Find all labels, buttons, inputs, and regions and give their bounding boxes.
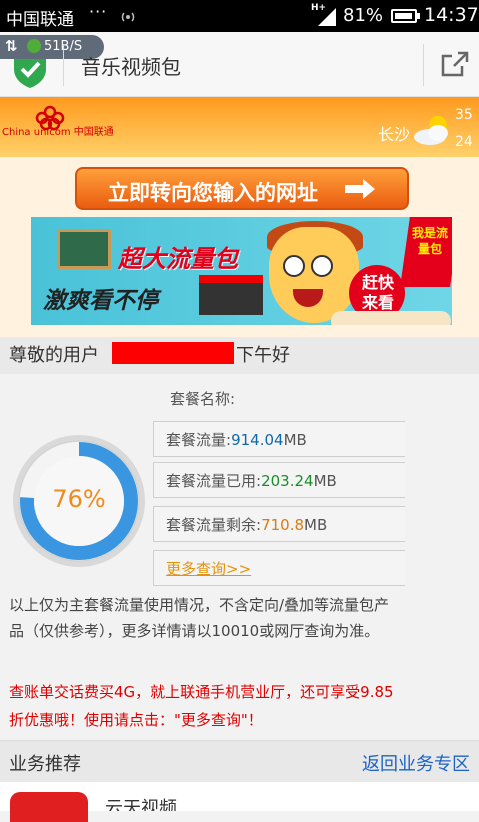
package-name-label: 套餐名称: <box>170 390 236 408</box>
cartoon-eye <box>311 255 333 277</box>
ad-subline: 激爽看不停 <box>43 288 158 314</box>
used-traffic-row: 套餐流量已用:203.24MB <box>153 462 405 498</box>
more-query-link[interactable]: 更多查询>> <box>166 558 251 579</box>
battery-icon <box>391 9 420 23</box>
promo-text: 查账单交话费买4G，就上联通手机营业厅，还可享受9.85折优惠哦！使用请点击："… <box>9 683 394 729</box>
cloud-decoration <box>331 311 451 325</box>
remaining-traffic-row: 套餐流量剩余:710.8MB <box>153 506 405 542</box>
redacted-username <box>112 342 234 364</box>
hotspot-icon <box>121 12 135 22</box>
partly-cloudy-icon <box>414 116 448 145</box>
page-title: 音乐视频包 <box>81 55 181 79</box>
temperature-high: 35 <box>455 107 473 123</box>
greeting-prefix: 尊敬的用户 <box>9 345 99 366</box>
ad-cta: 赶快来看 <box>361 273 394 312</box>
status-bar: 中国联通 ··· H+ 81% 14:37 <box>0 0 479 32</box>
usage-percent: 76% <box>52 485 106 513</box>
recommend-title: 业务推荐 <box>9 754 81 775</box>
battery-percent: 81% <box>343 5 384 26</box>
total-traffic-unit: MB <box>283 431 307 449</box>
greeting-suffix: 下午好 <box>236 345 290 366</box>
status-dot-icon <box>27 39 41 53</box>
app-icon[interactable] <box>10 792 88 822</box>
more-notifications-icon: ··· <box>89 2 108 21</box>
used-traffic-value: 203.24 <box>261 472 314 490</box>
redirect-button-label: 立即转向您输入的网址 <box>108 181 318 205</box>
carrier-name: 中国联通 <box>6 10 74 30</box>
clock: 14:37 <box>424 4 479 26</box>
share-icon[interactable] <box>440 50 470 78</box>
remaining-traffic-label: 套餐流量剩余: <box>166 516 262 534</box>
total-traffic-row: 套餐流量:914.04MB <box>153 421 405 457</box>
ad-tag: 我是流量包 <box>411 226 448 256</box>
divider <box>423 44 424 86</box>
city-name: 长沙 <box>378 125 411 144</box>
signal-icon <box>318 8 336 26</box>
cartoon-eye <box>283 255 305 277</box>
promo-ad-banner[interactable]: 超大流量包 激爽看不停 赶快来看 我是流量包 <box>31 217 452 325</box>
ad-headline: 超大流量包 <box>118 245 238 273</box>
total-traffic-value: 914.04 <box>231 431 284 449</box>
remaining-traffic-unit: MB <box>304 516 328 534</box>
recommend-item-title[interactable]: 云天视频 <box>105 794 177 811</box>
total-traffic-label: 套餐流量: <box>166 431 232 449</box>
logo-text: China unicom 中国联通 <box>2 127 114 138</box>
back-to-services-link[interactable]: 返回业务专区 <box>362 750 470 776</box>
up-down-arrows-icon: ⇅ <box>5 37 18 55</box>
temperature-low: 24 <box>455 134 473 150</box>
usage-note: 以上仅为主套餐流量使用情况，不含定向/叠加等流量包产品（仅供参考），更多详情请以… <box>9 596 390 640</box>
used-traffic-label: 套餐流量已用: <box>166 472 262 490</box>
title-bar: ⇅ 51B/S 音乐视频包 <box>0 32 479 97</box>
divider <box>63 44 64 86</box>
chalkboard-image <box>57 229 111 269</box>
cartoon-face-image <box>269 227 359 323</box>
clapperboard-image <box>199 275 263 315</box>
redirect-button[interactable]: 立即转向您输入的网址 <box>75 167 409 210</box>
arrow-right-icon <box>345 179 375 199</box>
remaining-traffic-value: 710.8 <box>261 516 305 534</box>
more-query-row: 更多查询>> <box>153 550 405 586</box>
used-traffic-unit: MB <box>313 472 337 490</box>
